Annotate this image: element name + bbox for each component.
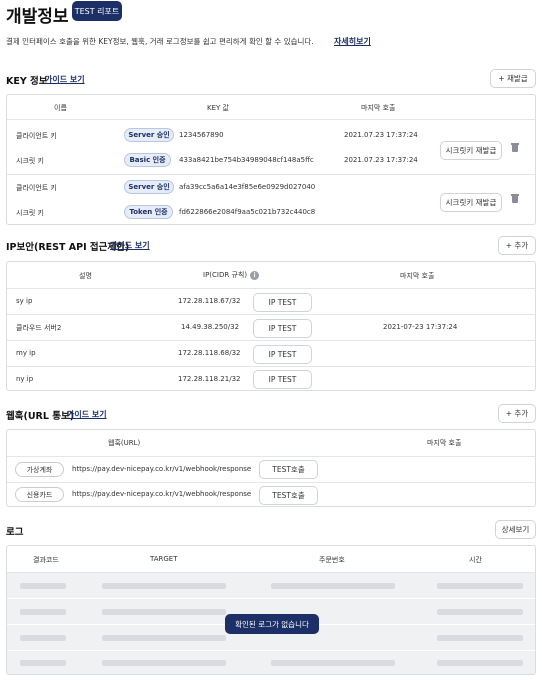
log-table: 결과코드 TARGET 주문번호 시간 확인된 로그가 없습니다	[6, 545, 536, 675]
key-col-name: 이름	[54, 104, 67, 112]
reissue-button[interactable]: + 재발급	[490, 69, 536, 88]
ip-col-cidr: IP(CIDR 규칙) i	[203, 270, 260, 280]
log-placeholder-bar	[102, 660, 226, 666]
webhook-method-badge: 신용카드	[15, 487, 64, 502]
secret-key-reissue-button[interactable]: 시크릿키 재발급	[440, 193, 502, 212]
webhook-test-button[interactable]: TEST호출	[259, 486, 318, 505]
webhook-url: https://pay.dev-nicepay.co.kr/v1/webhook…	[72, 490, 252, 498]
ip-test-button[interactable]: IP TEST	[253, 319, 312, 338]
ip-col-desc: 설명	[79, 272, 92, 280]
log-col-time: 시간	[469, 556, 482, 564]
ip-test-button[interactable]: IP TEST	[253, 370, 312, 389]
webhook-method-badge: 가상계좌	[15, 462, 64, 477]
log-placeholder-bar	[20, 660, 66, 666]
webhook-table: 웹훅(URL) 마지막 호출 가상계좌 https://pay.dev-nice…	[6, 429, 536, 507]
webhook-add-button[interactable]: + 추가	[498, 404, 536, 423]
log-placeholder-bar	[437, 609, 523, 615]
ip-col-cidr-label: IP(CIDR 규칙)	[203, 271, 248, 279]
ip-address: 172.28.118.68/32	[178, 349, 241, 357]
log-col-result-code: 결과코드	[33, 556, 59, 564]
key-col-last-call: 마지막 호출	[361, 104, 396, 112]
ip-desc: ny ip	[16, 375, 34, 383]
log-col-order-no: 주문번호	[319, 556, 345, 564]
key-tag-badge: Server 승인	[124, 128, 174, 142]
key-tag-badge: Server 승인	[124, 180, 174, 194]
key-table: 이름 KEY 값 마지막 호출 클라이언트 키 Server 승인 123456…	[6, 94, 536, 225]
ip-test-button[interactable]: IP TEST	[253, 293, 312, 312]
log-placeholder-bar	[271, 660, 395, 666]
key-last-call: 2021.07.23 17:37:24	[344, 131, 418, 139]
delete-trash-icon[interactable]	[511, 143, 519, 152]
key-section-title: KEY 정보	[6, 76, 48, 87]
log-placeholder-bar	[102, 583, 226, 589]
secret-key-reissue-button[interactable]: 시크릿키 재발급	[440, 141, 502, 160]
log-placeholder-bar	[102, 635, 226, 641]
key-guide-link[interactable]: 가이드 보기	[45, 74, 85, 85]
key-last-call: 2021.07.23 17:37:24	[344, 156, 418, 164]
key-value: 1234567890	[179, 131, 224, 139]
log-placeholder-bar	[20, 583, 66, 589]
key-value: 433a8421be754b34989048cf148a5ffc	[179, 156, 314, 164]
log-placeholder-bar	[20, 609, 66, 615]
more-info-link[interactable]: 자세히보기	[334, 36, 371, 47]
key-name: 클라이언트 키	[16, 184, 57, 192]
info-icon[interactable]: i	[250, 270, 260, 280]
log-section-title: 로그	[6, 527, 24, 538]
ip-last-call: 2021-07-23 17:37:24	[383, 323, 458, 331]
key-value: fd622866e2084f9aa5c021b732c440c8	[179, 208, 316, 216]
webhook-section-title: 웹훅(URL 통보)	[6, 411, 75, 422]
webhook-test-button[interactable]: TEST호출	[259, 460, 318, 479]
ip-address: 172.28.118.67/32	[178, 297, 241, 305]
key-name: 시크릿 키	[16, 209, 44, 217]
ip-desc: 클라우드 서버2	[16, 324, 62, 332]
log-placeholder-bar	[437, 635, 523, 641]
delete-trash-icon[interactable]	[511, 194, 519, 203]
key-tag-badge: Basic 인증	[124, 153, 171, 167]
webhook-col-last-call: 마지막 호출	[427, 439, 462, 447]
webhook-guide-link[interactable]: 가이드 보기	[67, 409, 107, 420]
ip-table: 설명 IP(CIDR 규칙) i 마지막 호출 sy ip 172.28.118.…	[6, 261, 536, 391]
key-value: afa39cc5a6a14e3f85e6e0929d027040	[179, 183, 316, 191]
log-placeholder-bar	[20, 635, 66, 641]
ip-desc: my ip	[16, 349, 36, 357]
test-report-button[interactable]: TEST 리포트	[72, 1, 122, 21]
ip-test-button[interactable]: IP TEST	[253, 345, 312, 364]
log-empty-message: 확인된 로그가 없습니다	[225, 614, 319, 634]
page-description: 결제 인터페이스 호출을 위한 KEY정보, 웹훅, 거래 로그정보를 쉽고 편…	[6, 37, 314, 46]
key-name: 클라이언트 키	[16, 132, 57, 140]
log-detail-button[interactable]: 상세보기	[495, 520, 536, 539]
webhook-col-url: 웹훅(URL)	[108, 439, 141, 447]
log-placeholder-bar	[271, 583, 395, 589]
key-col-value: KEY 값	[207, 104, 229, 112]
key-name: 시크릿 키	[16, 157, 44, 165]
log-placeholder-bar	[437, 583, 523, 589]
key-tag-badge: Token 인증	[124, 205, 173, 219]
ip-guide-link[interactable]: 가이드 보기	[110, 240, 150, 251]
ip-address: 172.28.118.21/32	[178, 375, 241, 383]
ip-desc: sy ip	[16, 297, 33, 305]
log-placeholder-bar	[437, 660, 523, 666]
webhook-url: https://pay.dev-nicepay.co.kr/v1/webhook…	[72, 465, 252, 473]
ip-add-button[interactable]: + 추가	[498, 236, 536, 255]
ip-col-last-call: 마지막 호출	[400, 272, 435, 280]
ip-address: 14.49.38.250/32	[181, 323, 240, 331]
page-title: 개발정보	[6, 7, 69, 27]
log-placeholder-bar	[102, 609, 226, 615]
log-col-target: TARGET	[150, 555, 178, 563]
